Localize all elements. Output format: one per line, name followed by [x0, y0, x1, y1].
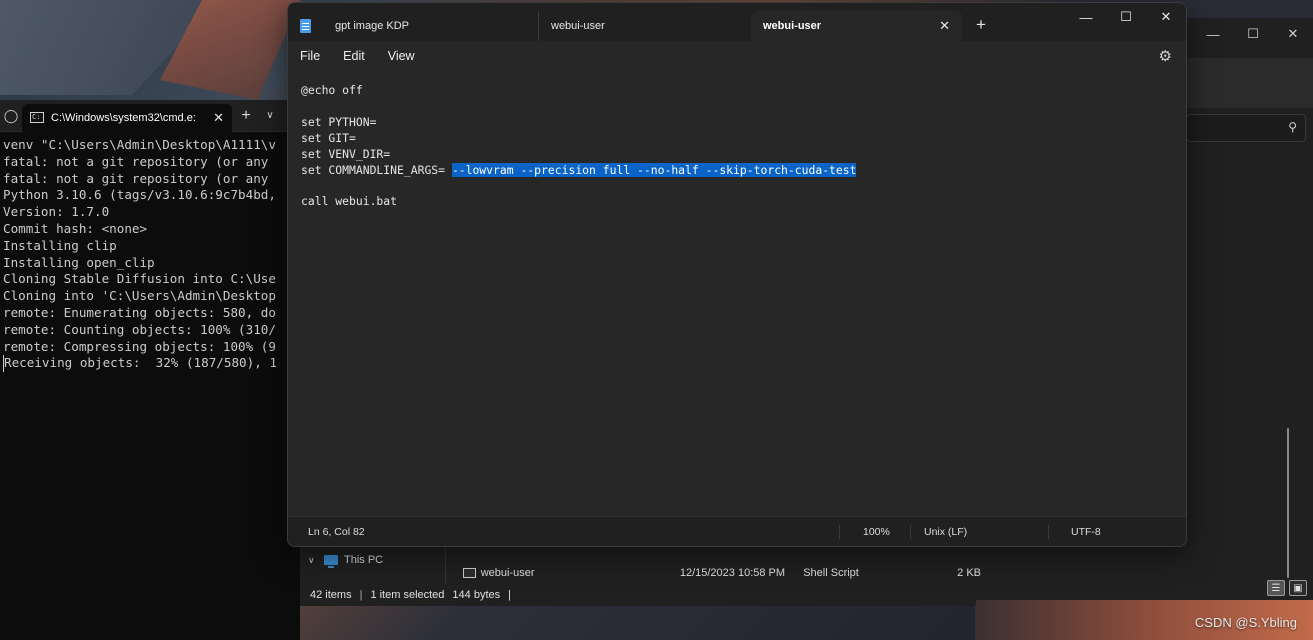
- file-icon: [463, 568, 476, 578]
- file-size: 2 KB: [957, 567, 981, 579]
- editor-line: set PYTHON=: [301, 114, 377, 129]
- close-icon[interactable]: ✕: [939, 18, 950, 34]
- terminal-line: Version: 1.7.0: [3, 204, 110, 220]
- maximize-icon[interactable]: ☐: [1106, 3, 1146, 31]
- tiles-view-icon[interactable]: ▣: [1289, 580, 1307, 596]
- text-selection: --lowvram --precision full --no-half --s…: [451, 162, 857, 177]
- notepad-tab-bar: gpt image KDP webui-user webui-user ✕ + …: [288, 3, 1186, 41]
- tab-gpt-image-kdp[interactable]: gpt image KDP: [288, 11, 538, 41]
- watermark: CSDN @S.Ybling: [1194, 615, 1297, 630]
- item-count: 42 items: [310, 589, 352, 601]
- terminal-line: Receiving objects: 32% (187/580), 1: [3, 355, 300, 373]
- divider: [910, 525, 911, 539]
- terminal-line: Python 3.10.6 (tags/v3.10.6:9c7b4bd,: [3, 187, 276, 203]
- close-icon[interactable]: ✕: [1146, 3, 1186, 31]
- window-controls: — ☐ ✕: [1066, 3, 1186, 31]
- menu-view[interactable]: View: [388, 49, 425, 63]
- search-icon: ⚲: [1288, 120, 1297, 134]
- explorer-nav-pane: ∨ This PC: [296, 546, 446, 586]
- search-input[interactable]: ⚲: [1186, 114, 1306, 142]
- details-view-icon[interactable]: ☰: [1267, 580, 1285, 596]
- cursor-position: Ln 6, Col 82: [308, 526, 365, 538]
- text-editor[interactable]: @echo off set PYTHON= set GIT= set VENV_DI…: [288, 71, 1186, 519]
- computer-icon: [324, 555, 338, 568]
- close-icon[interactable]: ✕: [1273, 18, 1313, 50]
- cmd-icon: C:: [30, 112, 44, 123]
- terminal-line: Cloning into 'C:\Users\Admin\Desktop: [3, 288, 276, 304]
- terminal-line: Commit hash: <none>: [3, 220, 148, 236]
- editor-text: set COMMANDLINE_ARGS=: [301, 162, 452, 177]
- gear-icon[interactable]: ⚙: [1159, 47, 1172, 65]
- tab-label: webui-user: [763, 20, 822, 32]
- terminal-tab-bar: ◯ C: C:\Windows\system32\cmd.e: ✕ + ∨: [0, 100, 300, 132]
- editor-line: call webui.bat: [301, 194, 398, 209]
- zoom-level[interactable]: 100%: [863, 526, 890, 538]
- selection-count: 1 item selected: [370, 589, 445, 601]
- explorer-status-bar: 42 items | 1 item selected 144 bytes |: [296, 584, 976, 606]
- close-icon[interactable]: ✕: [213, 110, 224, 126]
- terminal-line: remote: Counting objects: 100% (310/: [3, 321, 276, 337]
- minimize-icon[interactable]: —: [1066, 3, 1106, 31]
- terminal-tab-title: C:\Windows\system32\cmd.e:: [51, 111, 196, 124]
- editor-line: set COMMANDLINE_ARGS= --lowvram --precis…: [301, 162, 1186, 179]
- divider: |: [359, 589, 363, 601]
- terminal-line: remote: Compressing objects: 100% (9: [3, 338, 276, 354]
- tab-label: gpt image KDP: [335, 20, 409, 32]
- terminal-output[interactable]: venv "C:\Users\Admin\Desktop\A1111\v fata…: [0, 132, 300, 373]
- terminal-line: fatal: not a git repository (or any: [3, 170, 269, 186]
- editor-line: @echo off: [301, 83, 363, 97]
- terminal-line: remote: Enumerating objects: 580, do: [3, 304, 276, 320]
- notepad-window: gpt image KDP webui-user webui-user ✕ + …: [287, 2, 1187, 547]
- tab-webui-user-active[interactable]: webui-user ✕: [751, 11, 962, 41]
- new-tab-button[interactable]: +: [976, 15, 986, 35]
- terminal-line: Installing clip: [3, 237, 117, 253]
- shield-icon: ◯: [3, 107, 19, 123]
- divider: |: [508, 589, 511, 601]
- window-controls: — ☐ ✕: [1193, 18, 1313, 50]
- chevron-down-icon[interactable]: ∨: [260, 110, 280, 121]
- terminal-window: ◯ C: C:\Windows\system32\cmd.e: ✕ + ∨ ve…: [0, 100, 300, 640]
- terminal-line: Installing open_clip: [3, 254, 155, 270]
- file-name: webui-user: [480, 567, 535, 579]
- encoding[interactable]: UTF-8: [1071, 526, 1101, 538]
- divider: [839, 525, 840, 539]
- tab-label: webui-user: [551, 20, 605, 32]
- view-toggle: ☰ ▣: [1267, 580, 1307, 596]
- file-type: Shell Script: [803, 567, 859, 579]
- editor-line: set VENV_DIR=: [301, 146, 391, 161]
- menu-file[interactable]: File: [300, 49, 330, 63]
- notepad-icon: [300, 19, 311, 33]
- divider: [1048, 525, 1049, 539]
- menu-edit[interactable]: Edit: [343, 49, 375, 63]
- status-bar: Ln 6, Col 82 100% Unix (LF) UTF-8: [288, 516, 1186, 546]
- scrollbar[interactable]: [1287, 428, 1289, 578]
- list-item[interactable]: webui-user 12/15/2023 10:58 PM Shell Scr…: [456, 566, 981, 580]
- terminal-line: fatal: not a git repository (or any: [3, 153, 269, 169]
- line-ending[interactable]: Unix (LF): [924, 526, 967, 538]
- tab-webui-user[interactable]: webui-user: [538, 11, 750, 41]
- nav-item-this-pc[interactable]: ∨ This PC: [308, 554, 384, 568]
- selection-size: 144 bytes: [452, 589, 501, 601]
- terminal-line: venv "C:\Users\Admin\Desktop\A1111\v: [3, 137, 276, 152]
- terminal-tab[interactable]: C: C:\Windows\system32\cmd.e: ✕: [22, 103, 232, 132]
- terminal-line: Cloning Stable Diffusion into C:\Use: [3, 271, 276, 287]
- nav-item-label: This PC: [344, 554, 384, 566]
- editor-line: set GIT=: [301, 130, 356, 145]
- chevron-down-icon: ∨: [308, 554, 315, 565]
- minimize-icon[interactable]: —: [1193, 18, 1233, 50]
- file-date: 12/15/2023 10:58 PM: [679, 567, 786, 579]
- new-tab-button[interactable]: +: [232, 107, 260, 125]
- menu-bar: File Edit View ⚙: [288, 41, 1186, 71]
- maximize-icon[interactable]: ☐: [1233, 18, 1273, 50]
